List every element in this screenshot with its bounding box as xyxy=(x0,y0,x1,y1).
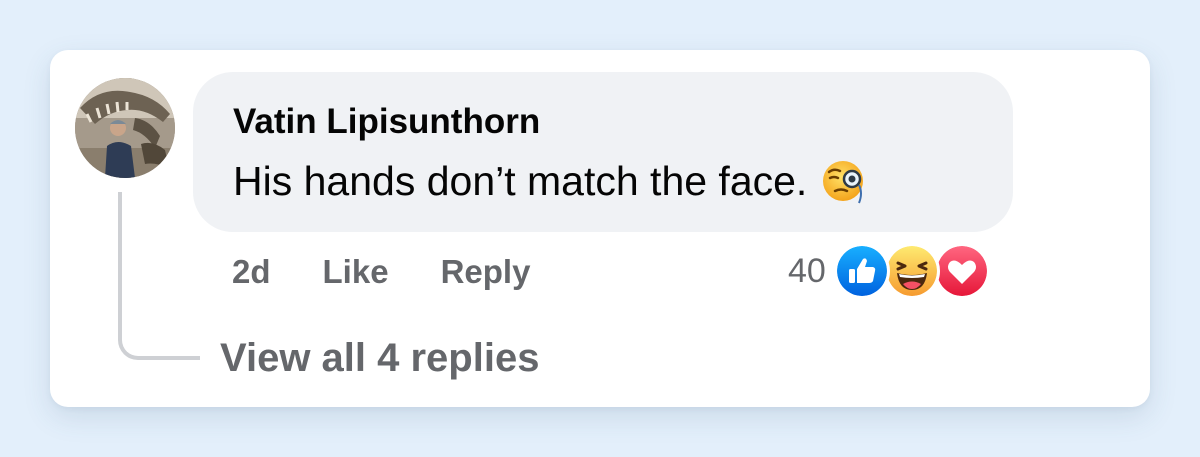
comment-actions: 2d Like Reply xyxy=(232,250,530,294)
view-replies-link[interactable]: View all 4 replies xyxy=(220,336,539,381)
comment-timestamp[interactable]: 2d xyxy=(232,253,271,291)
comment-body: His hands don’t match the face. xyxy=(233,156,869,206)
face-with-monocle-icon xyxy=(821,157,869,205)
thread-connector-line xyxy=(118,192,200,360)
reactions-summary[interactable]: 40 xyxy=(788,242,990,300)
reaction-count: 40 xyxy=(788,251,826,290)
comment-card: Vatin Lipisunthorn His hands don’t match… xyxy=(50,50,1150,407)
love-reaction-icon xyxy=(933,243,990,299)
comment-author[interactable]: Vatin Lipisunthorn xyxy=(233,102,540,142)
reply-button[interactable]: Reply xyxy=(441,253,531,291)
haha-reaction-icon xyxy=(883,243,940,299)
avatar[interactable] xyxy=(75,78,175,178)
comment-bubble: Vatin Lipisunthorn His hands don’t match… xyxy=(193,72,1013,232)
like-reaction-icon xyxy=(833,243,890,299)
like-button[interactable]: Like xyxy=(323,253,389,291)
comment-text: His hands don’t match the face. xyxy=(233,157,808,204)
